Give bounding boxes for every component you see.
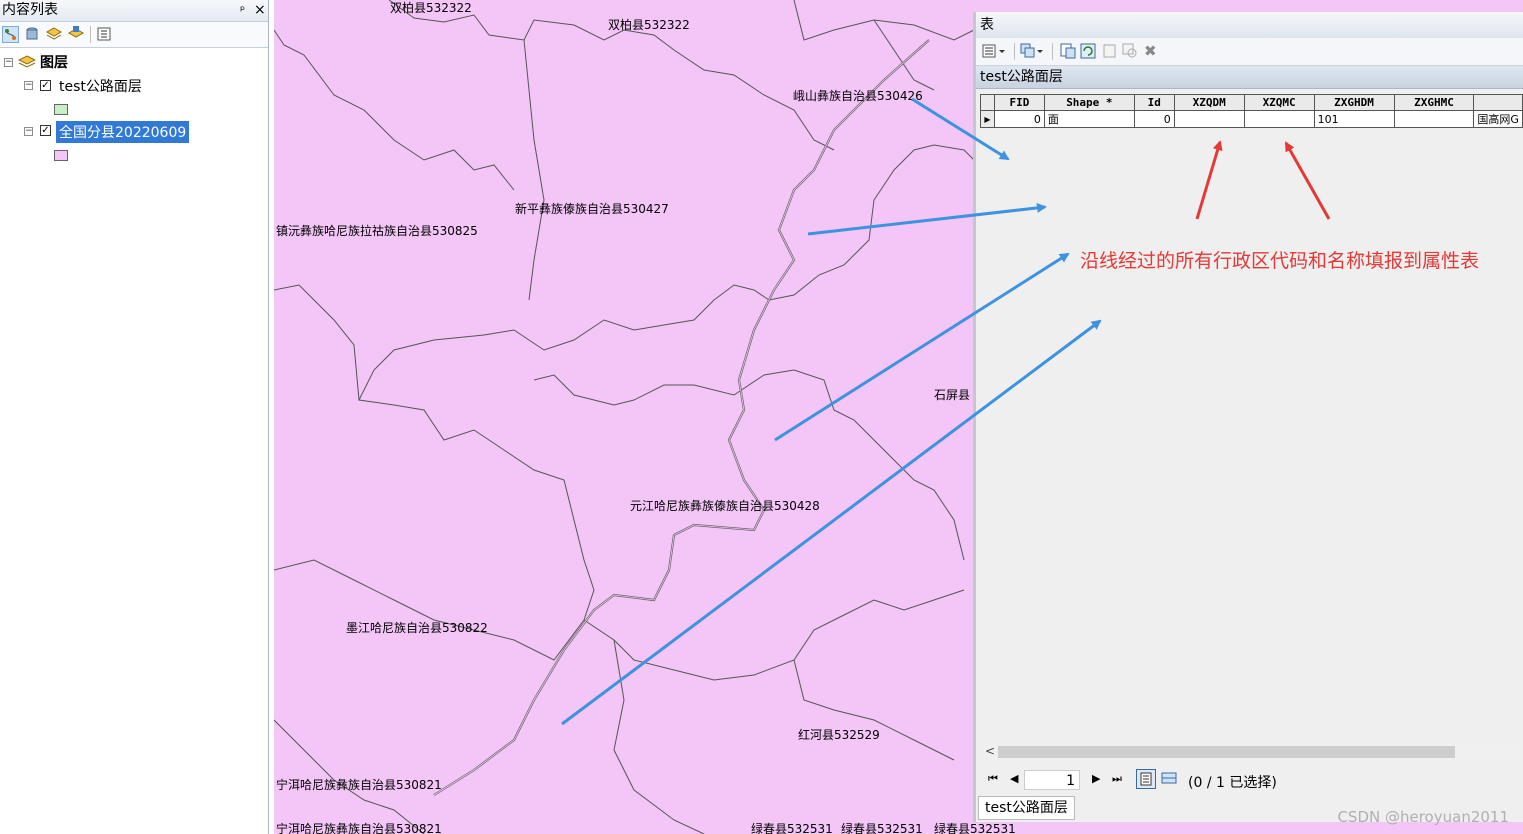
table-tab[interactable]: test公路面层 [978, 796, 1075, 820]
county-label: 绿春县532531 [934, 822, 1016, 834]
show-selected-records-icon[interactable] [1160, 769, 1180, 789]
column-header[interactable]: ZXGHMC [1393, 94, 1475, 111]
collapse-layer-2-icon[interactable]: − [24, 127, 33, 136]
layer-test-road-label[interactable]: test公路面层 [59, 76, 142, 96]
column-header[interactable] [1473, 94, 1523, 111]
cell-id[interactable]: 0 [1133, 110, 1175, 128]
switch-selection-icon[interactable] [1080, 43, 1097, 60]
column-header[interactable]: ZXGHDM [1313, 94, 1395, 111]
record-navigation: ⏮ ◀ 1 ▶ ⏭ (0 / 1 已选择) [976, 768, 1523, 794]
cell-xzqmc[interactable] [1243, 110, 1315, 128]
delete-selected-icon[interactable]: ✖ [1144, 42, 1161, 60]
collapse-layer-1-icon[interactable]: − [24, 81, 33, 90]
county-label: 绿春县532531 [841, 822, 923, 834]
next-record-icon[interactable]: ▶ [1092, 772, 1100, 785]
attribute-grid[interactable]: FID Shape * Id XZQDM XZQMC ZXGHDM ZXGHMC… [980, 94, 1523, 128]
list-by-visibility-icon[interactable] [45, 26, 63, 43]
table-toolbar: ✖ [976, 38, 1523, 66]
table-layer-name: test公路面层 [976, 66, 1523, 89]
layer-2-symbol[interactable] [54, 150, 68, 161]
scroll-left-icon[interactable]: < [985, 744, 995, 758]
close-icon[interactable]: × [254, 0, 266, 21]
select-by-attributes-icon[interactable] [1060, 43, 1077, 60]
column-header[interactable]: FID [993, 94, 1045, 111]
county-label: 墨江哈尼族自治县530822 [346, 621, 488, 635]
county-label: 绿春县532531 [751, 822, 833, 834]
list-by-source-icon[interactable] [24, 26, 41, 43]
table-window-title: 表 [976, 12, 1523, 38]
last-record-icon[interactable]: ⏭ [1112, 772, 1122, 786]
county-label: 元江哈尼族彝族傣族自治县530428 [630, 499, 820, 513]
clear-selection-icon[interactable] [1102, 43, 1119, 60]
list-by-drawing-order-icon[interactable] [2, 26, 19, 43]
county-label: 宁洱哈尼族彝族自治县530821 [276, 778, 442, 792]
county-label: 宁洱哈尼族彝族自治县530821 [276, 822, 442, 834]
row-selector-header[interactable] [980, 94, 995, 111]
previous-record-icon[interactable]: ◀ [1010, 772, 1018, 785]
layers-root-label: 图层 [40, 55, 68, 71]
column-header[interactable]: Id [1133, 94, 1175, 111]
first-record-icon[interactable]: ⏮ [988, 772, 998, 786]
row-pointer-icon[interactable]: ▶ [980, 110, 995, 128]
attribute-table-window: 表 ✖ test公路面层 FID Shape * Id XZQDM XZQMC … [973, 12, 1523, 822]
county-label: 石屏县 [934, 388, 971, 402]
related-tables-icon[interactable] [1020, 43, 1046, 60]
toc-toolbar [0, 22, 268, 48]
scrollbar-thumb[interactable] [998, 746, 1455, 758]
table-of-contents-panel: 内容列表 ᵖ × − 图层 − ✓ test公路面层 − ✓ 全国分县20220… [0, 0, 269, 834]
list-by-selection-icon[interactable] [67, 26, 85, 43]
cell-fid[interactable]: 0 [993, 110, 1045, 128]
toc-title: 内容列表 [2, 2, 58, 18]
layers-icon [17, 54, 37, 74]
toc-title-bar: 内容列表 ᵖ × [0, 0, 268, 22]
table-options-icon[interactable] [982, 43, 1008, 60]
zoom-to-selected-icon[interactable] [1122, 43, 1139, 60]
options-icon[interactable] [96, 26, 113, 43]
county-label: 峨山彝族自治县530426 [793, 89, 923, 103]
layer-counties-label[interactable]: 全国分县20220609 [56, 121, 190, 143]
layer-1-checkbox[interactable]: ✓ [40, 80, 51, 91]
cell-shape[interactable]: 面 [1043, 110, 1135, 128]
county-label: 双柏县532322 [390, 1, 472, 15]
column-header[interactable]: Shape * [1043, 94, 1135, 111]
cell-zxghmc[interactable] [1393, 110, 1475, 128]
collapse-root-icon[interactable]: − [4, 58, 13, 67]
cell-xzqdm[interactable] [1173, 110, 1245, 128]
selection-status: (0 / 1 已选择) [1188, 775, 1277, 791]
county-label: 镇沅彝族哈尼族拉祜族自治县530825 [276, 224, 478, 238]
layer-2-checkbox[interactable]: ✓ [40, 125, 51, 136]
record-number-input[interactable]: 1 [1024, 770, 1080, 790]
layer-1-symbol[interactable] [54, 104, 68, 115]
cell-zxghdm[interactable]: 101 [1313, 110, 1395, 128]
county-label: 新平彝族傣族自治县530427 [515, 202, 669, 216]
county-label: 红河县532529 [798, 728, 880, 742]
annotation-note: 沿线经过的所有行政区代码和名称填报到属性表 [1080, 250, 1480, 272]
county-label: 双柏县532322 [608, 18, 690, 32]
show-all-records-icon[interactable] [1136, 769, 1156, 789]
header-row: FID Shape * Id XZQDM XZQMC ZXGHDM ZXGHMC [980, 94, 1523, 111]
column-header[interactable]: XZQMC [1243, 94, 1315, 111]
column-header[interactable]: XZQDM [1173, 94, 1245, 111]
watermark: CSDN @heroyuan2011 [1337, 808, 1509, 826]
table-row[interactable]: ▶ 0 面 0 101 国高网G [980, 110, 1523, 128]
cell-extra[interactable]: 国高网G [1473, 110, 1523, 128]
pin-icon[interactable]: ᵖ [240, 0, 245, 21]
horizontal-scrollbar[interactable]: < [982, 744, 1522, 760]
